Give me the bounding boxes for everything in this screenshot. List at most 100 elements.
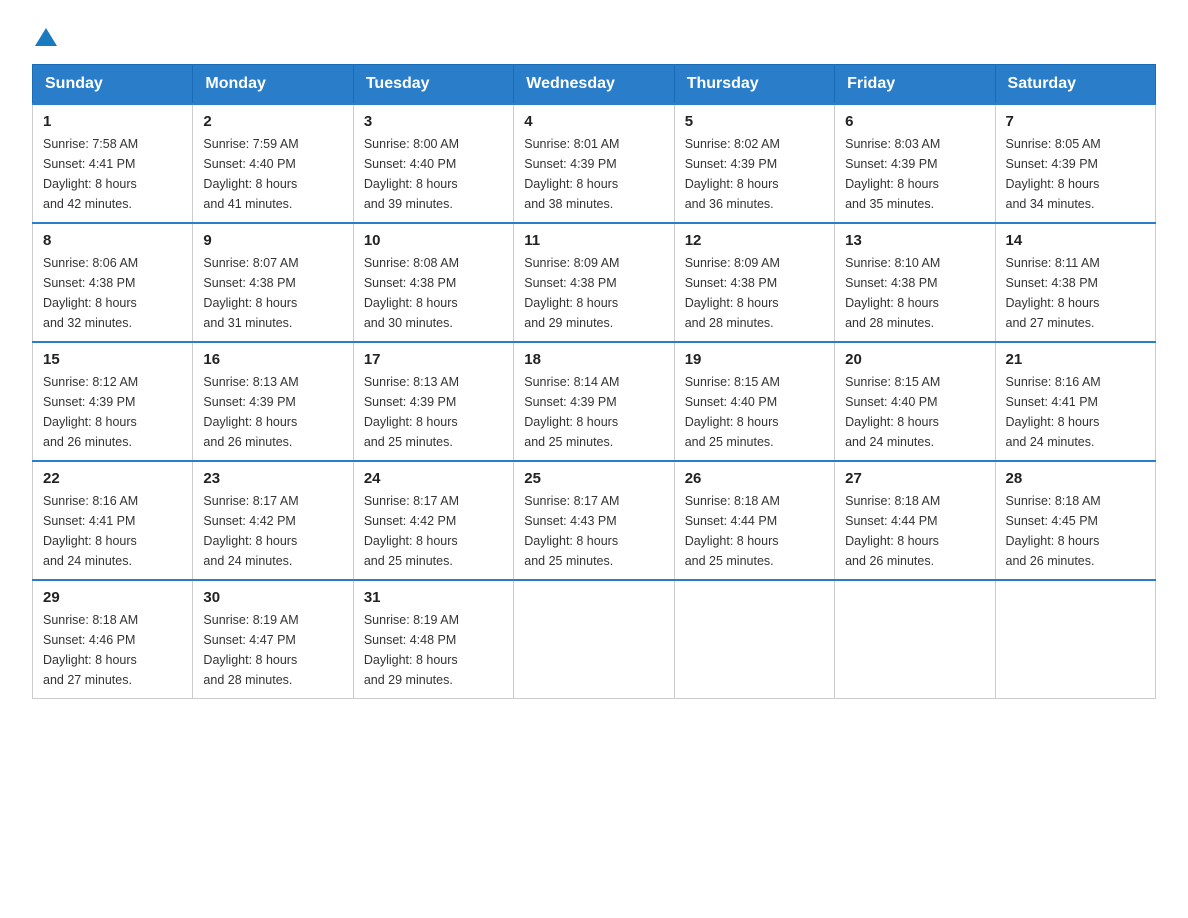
calendar-cell: 13 Sunrise: 8:10 AM Sunset: 4:38 PM Dayl… bbox=[835, 223, 995, 342]
day-number: 13 bbox=[845, 232, 984, 249]
day-info: Sunrise: 8:03 AM Sunset: 4:39 PM Dayligh… bbox=[845, 134, 984, 214]
col-header-sunday: Sunday bbox=[33, 65, 193, 105]
calendar-cell: 28 Sunrise: 8:18 AM Sunset: 4:45 PM Dayl… bbox=[995, 461, 1155, 580]
day-number: 22 bbox=[43, 470, 182, 487]
calendar-cell: 24 Sunrise: 8:17 AM Sunset: 4:42 PM Dayl… bbox=[353, 461, 513, 580]
day-number: 29 bbox=[43, 589, 182, 606]
calendar-cell: 29 Sunrise: 8:18 AM Sunset: 4:46 PM Dayl… bbox=[33, 580, 193, 699]
week-row-3: 15 Sunrise: 8:12 AM Sunset: 4:39 PM Dayl… bbox=[33, 342, 1156, 461]
day-info: Sunrise: 8:15 AM Sunset: 4:40 PM Dayligh… bbox=[685, 372, 824, 452]
day-number: 21 bbox=[1006, 351, 1145, 368]
day-number: 5 bbox=[685, 113, 824, 130]
calendar-cell: 25 Sunrise: 8:17 AM Sunset: 4:43 PM Dayl… bbox=[514, 461, 674, 580]
calendar-cell: 31 Sunrise: 8:19 AM Sunset: 4:48 PM Dayl… bbox=[353, 580, 513, 699]
day-info: Sunrise: 8:16 AM Sunset: 4:41 PM Dayligh… bbox=[43, 491, 182, 571]
calendar-cell bbox=[674, 580, 834, 699]
col-header-monday: Monday bbox=[193, 65, 353, 105]
col-header-thursday: Thursday bbox=[674, 65, 834, 105]
day-info: Sunrise: 8:18 AM Sunset: 4:44 PM Dayligh… bbox=[685, 491, 824, 571]
day-number: 19 bbox=[685, 351, 824, 368]
day-number: 30 bbox=[203, 589, 342, 606]
day-info: Sunrise: 8:13 AM Sunset: 4:39 PM Dayligh… bbox=[203, 372, 342, 452]
day-number: 4 bbox=[524, 113, 663, 130]
page-header bbox=[32, 24, 1156, 48]
day-info: Sunrise: 8:02 AM Sunset: 4:39 PM Dayligh… bbox=[685, 134, 824, 214]
day-info: Sunrise: 8:18 AM Sunset: 4:45 PM Dayligh… bbox=[1006, 491, 1145, 571]
day-info: Sunrise: 8:17 AM Sunset: 4:42 PM Dayligh… bbox=[203, 491, 342, 571]
day-number: 12 bbox=[685, 232, 824, 249]
day-number: 6 bbox=[845, 113, 984, 130]
day-number: 15 bbox=[43, 351, 182, 368]
day-info: Sunrise: 8:15 AM Sunset: 4:40 PM Dayligh… bbox=[845, 372, 984, 452]
calendar-cell: 3 Sunrise: 8:00 AM Sunset: 4:40 PM Dayli… bbox=[353, 104, 513, 223]
week-row-2: 8 Sunrise: 8:06 AM Sunset: 4:38 PM Dayli… bbox=[33, 223, 1156, 342]
day-number: 7 bbox=[1006, 113, 1145, 130]
calendar-cell bbox=[995, 580, 1155, 699]
col-header-wednesday: Wednesday bbox=[514, 65, 674, 105]
calendar-cell: 10 Sunrise: 8:08 AM Sunset: 4:38 PM Dayl… bbox=[353, 223, 513, 342]
calendar-cell: 11 Sunrise: 8:09 AM Sunset: 4:38 PM Dayl… bbox=[514, 223, 674, 342]
calendar-cell: 26 Sunrise: 8:18 AM Sunset: 4:44 PM Dayl… bbox=[674, 461, 834, 580]
day-info: Sunrise: 8:08 AM Sunset: 4:38 PM Dayligh… bbox=[364, 253, 503, 333]
col-header-friday: Friday bbox=[835, 65, 995, 105]
week-row-1: 1 Sunrise: 7:58 AM Sunset: 4:41 PM Dayli… bbox=[33, 104, 1156, 223]
day-info: Sunrise: 8:12 AM Sunset: 4:39 PM Dayligh… bbox=[43, 372, 182, 452]
day-number: 23 bbox=[203, 470, 342, 487]
day-info: Sunrise: 8:05 AM Sunset: 4:39 PM Dayligh… bbox=[1006, 134, 1145, 214]
day-number: 26 bbox=[685, 470, 824, 487]
day-info: Sunrise: 8:16 AM Sunset: 4:41 PM Dayligh… bbox=[1006, 372, 1145, 452]
day-number: 1 bbox=[43, 113, 182, 130]
calendar-cell: 18 Sunrise: 8:14 AM Sunset: 4:39 PM Dayl… bbox=[514, 342, 674, 461]
calendar-cell: 27 Sunrise: 8:18 AM Sunset: 4:44 PM Dayl… bbox=[835, 461, 995, 580]
calendar-cell: 9 Sunrise: 8:07 AM Sunset: 4:38 PM Dayli… bbox=[193, 223, 353, 342]
day-info: Sunrise: 8:19 AM Sunset: 4:48 PM Dayligh… bbox=[364, 610, 503, 690]
logo-triangle-icon bbox=[35, 26, 57, 48]
day-info: Sunrise: 8:11 AM Sunset: 4:38 PM Dayligh… bbox=[1006, 253, 1145, 333]
day-info: Sunrise: 7:58 AM Sunset: 4:41 PM Dayligh… bbox=[43, 134, 182, 214]
day-info: Sunrise: 8:18 AM Sunset: 4:44 PM Dayligh… bbox=[845, 491, 984, 571]
calendar-cell: 1 Sunrise: 7:58 AM Sunset: 4:41 PM Dayli… bbox=[33, 104, 193, 223]
day-number: 28 bbox=[1006, 470, 1145, 487]
day-info: Sunrise: 8:09 AM Sunset: 4:38 PM Dayligh… bbox=[524, 253, 663, 333]
day-info: Sunrise: 8:06 AM Sunset: 4:38 PM Dayligh… bbox=[43, 253, 182, 333]
day-number: 8 bbox=[43, 232, 182, 249]
day-number: 27 bbox=[845, 470, 984, 487]
calendar-cell: 12 Sunrise: 8:09 AM Sunset: 4:38 PM Dayl… bbox=[674, 223, 834, 342]
week-row-5: 29 Sunrise: 8:18 AM Sunset: 4:46 PM Dayl… bbox=[33, 580, 1156, 699]
calendar-cell: 2 Sunrise: 7:59 AM Sunset: 4:40 PM Dayli… bbox=[193, 104, 353, 223]
calendar-cell: 5 Sunrise: 8:02 AM Sunset: 4:39 PM Dayli… bbox=[674, 104, 834, 223]
calendar-cell bbox=[835, 580, 995, 699]
day-info: Sunrise: 8:14 AM Sunset: 4:39 PM Dayligh… bbox=[524, 372, 663, 452]
day-number: 24 bbox=[364, 470, 503, 487]
week-row-4: 22 Sunrise: 8:16 AM Sunset: 4:41 PM Dayl… bbox=[33, 461, 1156, 580]
day-number: 2 bbox=[203, 113, 342, 130]
day-info: Sunrise: 8:01 AM Sunset: 4:39 PM Dayligh… bbox=[524, 134, 663, 214]
day-number: 3 bbox=[364, 113, 503, 130]
logo bbox=[32, 24, 57, 48]
day-number: 14 bbox=[1006, 232, 1145, 249]
day-number: 9 bbox=[203, 232, 342, 249]
col-header-saturday: Saturday bbox=[995, 65, 1155, 105]
day-number: 31 bbox=[364, 589, 503, 606]
calendar-cell: 30 Sunrise: 8:19 AM Sunset: 4:47 PM Dayl… bbox=[193, 580, 353, 699]
day-info: Sunrise: 8:18 AM Sunset: 4:46 PM Dayligh… bbox=[43, 610, 182, 690]
day-number: 18 bbox=[524, 351, 663, 368]
calendar-cell: 6 Sunrise: 8:03 AM Sunset: 4:39 PM Dayli… bbox=[835, 104, 995, 223]
day-info: Sunrise: 8:07 AM Sunset: 4:38 PM Dayligh… bbox=[203, 253, 342, 333]
calendar-cell: 19 Sunrise: 8:15 AM Sunset: 4:40 PM Dayl… bbox=[674, 342, 834, 461]
day-info: Sunrise: 8:13 AM Sunset: 4:39 PM Dayligh… bbox=[364, 372, 503, 452]
calendar-header-row: SundayMondayTuesdayWednesdayThursdayFrid… bbox=[33, 65, 1156, 105]
calendar-cell: 17 Sunrise: 8:13 AM Sunset: 4:39 PM Dayl… bbox=[353, 342, 513, 461]
day-info: Sunrise: 8:10 AM Sunset: 4:38 PM Dayligh… bbox=[845, 253, 984, 333]
calendar-cell: 20 Sunrise: 8:15 AM Sunset: 4:40 PM Dayl… bbox=[835, 342, 995, 461]
day-number: 10 bbox=[364, 232, 503, 249]
col-header-tuesday: Tuesday bbox=[353, 65, 513, 105]
day-info: Sunrise: 8:09 AM Sunset: 4:38 PM Dayligh… bbox=[685, 253, 824, 333]
day-number: 25 bbox=[524, 470, 663, 487]
day-number: 20 bbox=[845, 351, 984, 368]
day-info: Sunrise: 8:17 AM Sunset: 4:42 PM Dayligh… bbox=[364, 491, 503, 571]
calendar-cell: 4 Sunrise: 8:01 AM Sunset: 4:39 PM Dayli… bbox=[514, 104, 674, 223]
calendar-table: SundayMondayTuesdayWednesdayThursdayFrid… bbox=[32, 64, 1156, 699]
calendar-cell: 14 Sunrise: 8:11 AM Sunset: 4:38 PM Dayl… bbox=[995, 223, 1155, 342]
day-number: 17 bbox=[364, 351, 503, 368]
